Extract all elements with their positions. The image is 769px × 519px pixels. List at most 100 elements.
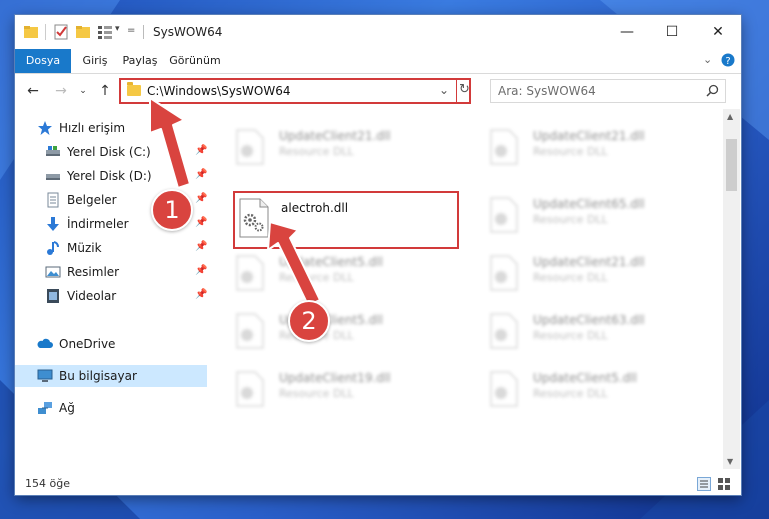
title-bar: ▾ = SysWOW64 — ☐ ✕ (15, 15, 741, 49)
file-description: Resource DLL (533, 145, 608, 158)
tab-home[interactable]: Giriş (75, 49, 115, 73)
forward-arrow-icon[interactable]: → (51, 81, 71, 101)
address-dropdown-icon[interactable]: ⌄ (439, 83, 449, 97)
file-tile[interactable]: UpdateClient5.dll Resource DLL (211, 249, 441, 297)
music-icon (47, 241, 59, 255)
search-placeholder: Ara: SysWOW64 (498, 84, 596, 98)
nav-item-network[interactable]: Ağ (15, 397, 207, 419)
pin-icon[interactable]: 📌 (195, 169, 207, 180)
file-name: UpdateClient5.dll (533, 371, 637, 385)
nav-label: Belgeler (67, 193, 117, 207)
file-name: UpdateClient19.dll (279, 371, 391, 385)
nav-item-music[interactable]: Müzik 📌 (15, 237, 207, 259)
nav-item-onedrive[interactable]: OneDrive (15, 333, 207, 355)
dll-file-icon (236, 371, 264, 407)
pin-icon[interactable]: 📌 (195, 289, 207, 300)
pin-icon[interactable]: 📌 (195, 145, 207, 156)
download-icon (47, 217, 59, 231)
scroll-up-icon[interactable]: ▲ (727, 112, 733, 121)
computer-icon (37, 369, 53, 382)
scroll-down-icon[interactable]: ▼ (727, 457, 733, 466)
nav-item-pictures[interactable]: Resimler 📌 (15, 261, 207, 283)
file-name: UpdateClient65.dll (533, 197, 645, 211)
dll-file-icon (236, 129, 264, 165)
file-tile[interactable]: UpdateClient21.dll Resource DLL (211, 123, 441, 171)
scroll-thumb[interactable] (726, 139, 737, 191)
file-tile[interactable]: UpdateClient19.dll Resource DLL (211, 365, 441, 413)
file-tile[interactable]: UpdateClient21.dll Resource DLL (465, 123, 695, 171)
file-name: UpdateClient21.dll (533, 255, 645, 269)
file-description: Resource DLL (279, 271, 354, 284)
pin-icon[interactable]: 📌 (195, 241, 207, 252)
vertical-scrollbar[interactable]: ▲ ▼ (723, 109, 740, 469)
dll-file-icon (236, 313, 264, 349)
nav-item-this-pc[interactable]: Bu bilgisayar (15, 365, 207, 387)
item-count: 154 öğe (25, 477, 70, 490)
videos-icon (47, 289, 59, 303)
dll-file-icon (490, 197, 518, 233)
maximize-button[interactable]: ☐ (649, 15, 695, 49)
file-name: UpdateClient21.dll (533, 129, 645, 143)
dll-file-icon (490, 371, 518, 407)
nav-label: Yerel Disk (D:) (67, 169, 152, 183)
customize-toolbar-icon[interactable]: = (127, 25, 135, 36)
cloud-icon (37, 338, 53, 348)
file-description: Resource DLL (533, 329, 608, 342)
ribbon-expand-icon[interactable]: ⌄ (703, 53, 712, 66)
drive-icon (46, 146, 60, 156)
svg-text:?: ? (725, 56, 730, 67)
title-separator (143, 25, 144, 39)
star-icon (38, 121, 52, 135)
dll-file-icon (236, 255, 264, 291)
close-button[interactable]: ✕ (695, 15, 741, 49)
file-description: Resource DLL (533, 271, 608, 284)
nav-label: Resimler (67, 265, 120, 279)
file-description: Resource DLL (533, 213, 608, 226)
view-options-icon[interactable] (97, 24, 113, 40)
up-arrow-icon[interactable]: ↑ (95, 81, 115, 101)
status-bar: 154 öğe (15, 473, 741, 495)
minimize-button[interactable]: — (604, 15, 650, 49)
nav-item-quick-access[interactable]: Hızlı erişim (15, 117, 207, 139)
tab-view[interactable]: Görünüm (165, 49, 225, 73)
pin-icon[interactable]: 📌 (195, 217, 207, 228)
search-icon[interactable] (706, 84, 719, 97)
file-tile[interactable]: UpdateClient63.dll Resource DLL (465, 307, 695, 355)
nav-item-videos[interactable]: Videolar 📌 (15, 285, 207, 307)
new-folder-icon[interactable] (75, 24, 91, 40)
dll-file-icon (490, 255, 518, 291)
nav-item-local-disk-c[interactable]: Yerel Disk (C:) 📌 (15, 141, 207, 163)
nav-label: Videolar (67, 289, 117, 303)
window-title: SysWOW64 (153, 25, 223, 39)
pin-icon[interactable]: 📌 (195, 265, 207, 276)
file-name: UpdateClient21.dll (279, 129, 391, 143)
pin-icon[interactable]: 📌 (195, 193, 207, 204)
details-view-icon[interactable] (697, 477, 711, 491)
qa-dropdown-icon[interactable]: ▾ (115, 24, 120, 34)
file-description: Resource DLL (533, 387, 608, 400)
file-tile[interactable]: UpdateClient5.dll Resource DLL (465, 365, 695, 413)
nav-label: Müzik (67, 241, 102, 255)
search-input[interactable]: Ara: SysWOW64 (490, 79, 726, 103)
selected-dll-file[interactable]: alectroh.dll (233, 191, 459, 249)
tab-file[interactable]: Dosya (15, 49, 71, 73)
refresh-icon[interactable]: ↻ (459, 82, 470, 97)
tiles-view-icon[interactable] (717, 477, 731, 491)
file-description: Resource DLL (279, 387, 354, 400)
address-path: C:\Windows\SysWOW64 (147, 84, 291, 98)
dll-file-icon (490, 129, 518, 165)
nav-label: Yerel Disk (C:) (67, 145, 151, 159)
tab-share[interactable]: Paylaş (115, 49, 165, 73)
network-icon (38, 402, 52, 414)
help-icon[interactable]: ? (721, 53, 735, 67)
back-arrow-icon[interactable]: ← (23, 81, 43, 101)
nav-item-local-disk-d[interactable]: Yerel Disk (D:) 📌 (15, 165, 207, 187)
recent-locations-icon[interactable]: ⌄ (73, 81, 93, 101)
dll-gear-file-icon (239, 198, 269, 238)
nav-label: Hızlı erişim (59, 121, 126, 135)
navigation-bar: ← → ⌄ ↑ C:\Windows\SysWOW64 ⌄ ↻ Ara: Sys… (15, 74, 741, 108)
file-tile[interactable]: UpdateClient21.dll Resource DLL (465, 249, 695, 297)
address-bar[interactable]: C:\Windows\SysWOW64 ⌄ ↻ (119, 78, 471, 104)
properties-icon[interactable] (53, 24, 69, 40)
file-tile[interactable]: UpdateClient65.dll Resource DLL (465, 191, 695, 239)
